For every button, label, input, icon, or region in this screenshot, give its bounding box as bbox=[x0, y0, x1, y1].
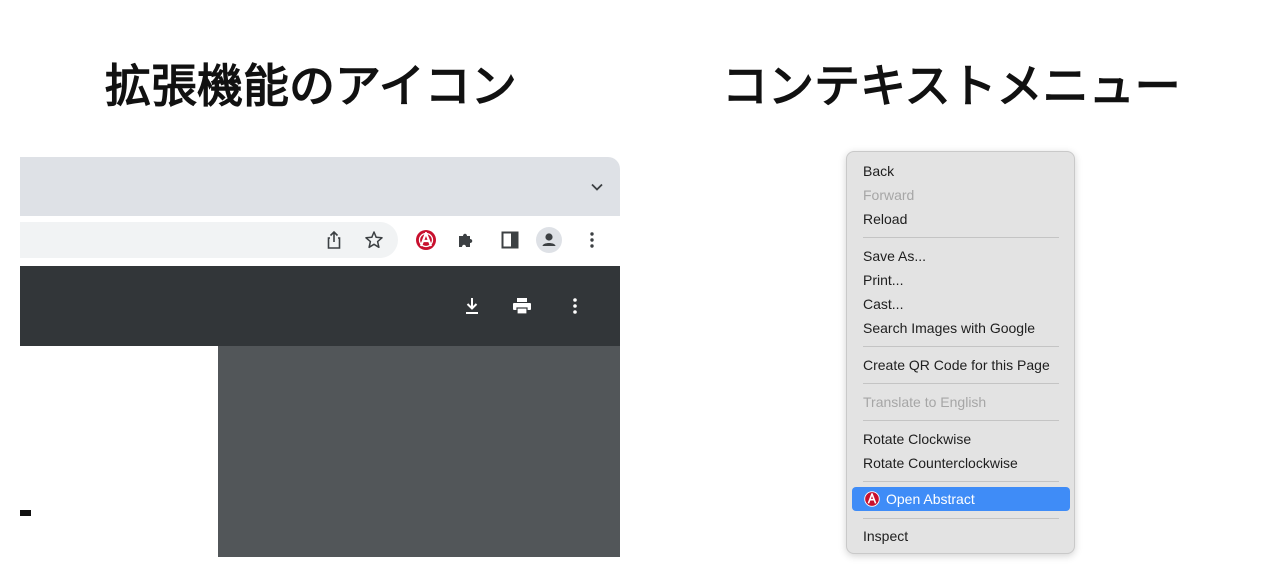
pdf-viewer-content bbox=[20, 346, 620, 557]
print-icon[interactable] bbox=[510, 294, 534, 318]
menu-item-rotate-clockwise[interactable]: Rotate Clockwise bbox=[852, 427, 1070, 451]
menu-item-open-abstract[interactable]: Open Abstract bbox=[852, 487, 1070, 511]
pdf-viewer-toolbar bbox=[20, 266, 620, 346]
menu-item-label: Open Abstract bbox=[886, 491, 975, 507]
menu-item-save-as[interactable]: Save As... bbox=[852, 244, 1070, 268]
browser-window-mockup bbox=[20, 157, 620, 557]
browser-toolbar bbox=[20, 216, 620, 266]
pdf-more-options-icon[interactable] bbox=[563, 294, 587, 318]
side-panel-icon[interactable] bbox=[498, 222, 522, 258]
context-menu: Back Forward Reload Save As... Print... … bbox=[846, 151, 1075, 554]
abstract-logo-icon bbox=[864, 491, 880, 507]
menu-separator bbox=[863, 383, 1059, 384]
context-menu-heading: コンテキストメニュー bbox=[722, 59, 1181, 113]
menu-item-reload[interactable]: Reload bbox=[852, 207, 1070, 231]
menu-separator bbox=[863, 481, 1059, 482]
menu-item-forward: Forward bbox=[863, 187, 915, 203]
share-icon[interactable] bbox=[322, 222, 346, 258]
menu-item-inspect[interactable]: Inspect bbox=[852, 524, 1070, 548]
chevron-down-icon[interactable] bbox=[590, 179, 604, 193]
tab-strip bbox=[20, 157, 620, 216]
menu-item-back[interactable]: Back bbox=[852, 159, 1070, 183]
profile-avatar-icon[interactable] bbox=[535, 222, 563, 258]
menu-item-search-images[interactable]: Search Images with Google bbox=[852, 316, 1070, 340]
menu-item-rotate-counterclockwise[interactable]: Rotate Counterclockwise bbox=[852, 451, 1070, 475]
menu-item-translate: Translate to English bbox=[863, 394, 987, 410]
extension-icon-heading: 拡張機能のアイコン bbox=[105, 59, 517, 113]
browser-menu-icon[interactable] bbox=[580, 222, 604, 258]
abstract-extension-icon[interactable] bbox=[414, 222, 438, 258]
menu-separator bbox=[863, 237, 1059, 238]
puzzle-extensions-icon[interactable] bbox=[454, 222, 478, 258]
menu-separator bbox=[863, 518, 1059, 519]
menu-item-create-qr-code[interactable]: Create QR Code for this Page bbox=[852, 353, 1070, 377]
menu-item-print[interactable]: Print... bbox=[852, 268, 1070, 292]
pdf-page-background bbox=[218, 346, 620, 557]
download-icon[interactable] bbox=[460, 294, 484, 318]
pdf-text-fragment bbox=[20, 510, 31, 516]
menu-item-cast[interactable]: Cast... bbox=[852, 292, 1070, 316]
menu-separator bbox=[863, 420, 1059, 421]
bookmark-star-icon[interactable] bbox=[362, 222, 386, 258]
menu-separator bbox=[863, 346, 1059, 347]
